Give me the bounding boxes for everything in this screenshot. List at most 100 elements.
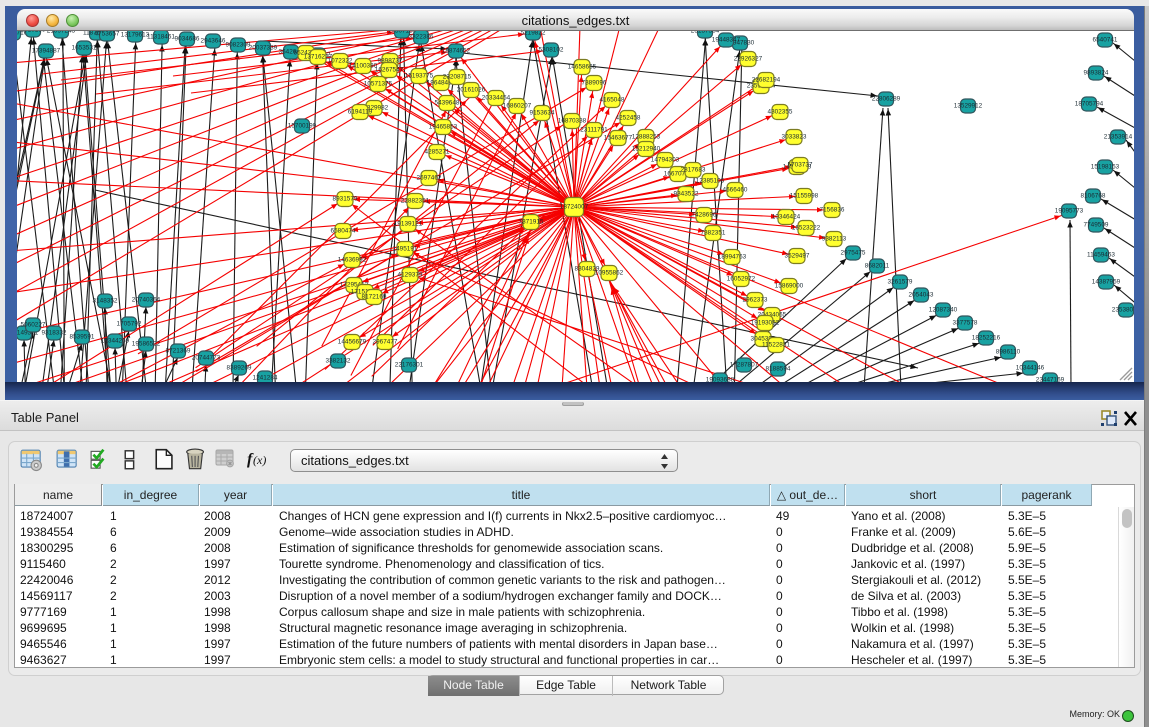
svg-text:8106768: 8106768 [1081, 193, 1106, 200]
svg-text:(x): (x) [253, 453, 266, 467]
svg-text:6540741: 6540741 [1093, 37, 1118, 44]
svg-text:19139121: 19139121 [394, 221, 423, 228]
svg-text:8389269: 8389269 [227, 365, 252, 372]
svg-text:23137564: 23137564 [691, 31, 720, 35]
svg-text:5703737: 5703737 [788, 162, 813, 169]
svg-text:9034686: 9034686 [175, 36, 200, 43]
svg-text:8986110: 8986110 [996, 349, 1021, 356]
svg-text:17394887: 17394887 [32, 48, 61, 55]
svg-text:1705792: 1705792 [117, 321, 142, 328]
svg-text:10346424: 10346424 [772, 214, 801, 221]
svg-text:7382351: 7382351 [701, 230, 726, 237]
svg-text:22882351: 22882351 [401, 198, 430, 205]
svg-text:4285271: 4285271 [425, 149, 450, 156]
svg-text:5308102: 5308102 [539, 47, 564, 54]
svg-text:5060227: 5060227 [21, 322, 46, 329]
svg-text:7428696: 7428696 [692, 212, 717, 219]
svg-text:9082309: 9082309 [226, 42, 251, 49]
svg-text:20161026: 20161026 [457, 87, 486, 94]
svg-text:3377578: 3377578 [953, 320, 978, 327]
svg-text:14456679: 14456679 [338, 339, 367, 346]
svg-text:18252216: 18252216 [972, 335, 1001, 342]
svg-text:19586522: 19586522 [132, 341, 161, 348]
svg-text:14100380: 14100380 [349, 63, 378, 70]
svg-text:4753657: 4753657 [95, 31, 120, 38]
svg-text:9893824: 9893824 [1084, 70, 1109, 77]
svg-text:15198153: 15198153 [1091, 164, 1120, 171]
svg-text:2943646: 2943646 [201, 38, 226, 45]
svg-text:20334454: 20334454 [482, 95, 511, 102]
svg-text:8304829: 8304829 [575, 266, 600, 273]
svg-text:8172169: 8172169 [362, 294, 387, 301]
svg-text:14387959: 14387959 [1092, 279, 1121, 286]
svg-text:11318461: 11318461 [147, 34, 175, 41]
svg-text:6194119: 6194119 [348, 109, 373, 116]
svg-text:14794303: 14794303 [651, 157, 680, 164]
svg-text:3033823: 3033823 [782, 134, 807, 141]
svg-text:2975475: 2975475 [841, 250, 866, 257]
svg-text:18705794: 18705794 [1075, 101, 1104, 108]
svg-text:3261579: 3261579 [888, 279, 913, 286]
svg-text:4165048: 4165048 [600, 97, 625, 104]
svg-text:18724007: 18724007 [560, 204, 589, 211]
svg-text:4252458: 4252458 [616, 115, 641, 122]
svg-text:17287807: 17287807 [730, 362, 759, 369]
svg-text:20744773: 20744773 [192, 355, 221, 362]
svg-text:19193052: 19193052 [751, 320, 780, 327]
svg-text:19448347: 19448347 [712, 37, 741, 44]
svg-text:22176301: 22176301 [395, 362, 424, 369]
svg-text:1495191: 1495191 [393, 246, 418, 253]
svg-text:22806289: 22806289 [872, 96, 901, 103]
svg-text:7749509: 7749509 [1084, 222, 1109, 229]
svg-text:3322386: 3322386 [409, 34, 434, 41]
svg-text:8682011: 8682011 [865, 263, 890, 270]
svg-text:4129379: 4129379 [398, 272, 423, 279]
svg-text:6580474: 6580474 [331, 228, 356, 235]
svg-text:22926327: 22926327 [734, 56, 763, 63]
svg-text:21097245: 21097245 [47, 31, 76, 35]
svg-text:15155998: 15155998 [790, 193, 819, 200]
svg-text:15869000: 15869000 [775, 283, 804, 290]
svg-text:19465853: 19465853 [429, 124, 458, 131]
svg-text:16860207: 16860207 [503, 103, 532, 110]
svg-text:15700199: 15700199 [288, 123, 317, 130]
svg-text:15212940: 15212940 [632, 146, 661, 153]
svg-text:5219822: 5219822 [521, 31, 546, 37]
svg-text:13179613: 13179613 [121, 32, 150, 39]
svg-text:20037339: 20037339 [249, 45, 278, 52]
svg-text:11459463: 11459463 [1087, 252, 1115, 259]
svg-text:20740364: 20740364 [132, 297, 161, 304]
svg-text:16052972: 16052972 [727, 276, 756, 283]
svg-text:12344269: 12344269 [101, 338, 130, 345]
svg-text:9343522: 9343522 [674, 191, 699, 198]
svg-text:9318332: 9318332 [42, 330, 67, 337]
svg-text:8539591: 8539591 [70, 334, 95, 341]
svg-text:1019189: 1019189 [21, 31, 46, 34]
svg-text:5439648: 5439648 [435, 100, 460, 107]
svg-text:12087340: 12087340 [929, 307, 958, 314]
svg-text:9382113: 9382113 [822, 236, 847, 243]
svg-text:1653531: 1653531 [72, 45, 97, 52]
svg-text:15463677: 15463677 [604, 135, 633, 142]
svg-text:15193775: 15193775 [405, 73, 434, 80]
svg-text:7371915: 7371915 [519, 219, 544, 226]
svg-text:9153634: 9153634 [530, 110, 555, 117]
svg-text:16870338: 16870338 [558, 118, 587, 125]
svg-text:16267547: 16267547 [375, 67, 404, 74]
svg-text:13529912: 13529912 [954, 103, 983, 110]
svg-text:4302355: 4302355 [768, 109, 793, 116]
svg-text:21353914: 21353914 [1104, 134, 1133, 141]
svg-text:3382132: 3382132 [326, 358, 351, 365]
svg-text:14636992: 14636992 [338, 257, 367, 264]
svg-text:8188594: 8188594 [766, 366, 791, 373]
svg-text:23111791: 23111791 [580, 127, 608, 134]
svg-text:2962373: 2962373 [743, 297, 768, 304]
svg-text:3529497: 3529497 [785, 253, 810, 260]
svg-text:11522831: 11522831 [762, 342, 790, 349]
svg-text:10571375: 10571375 [364, 81, 393, 88]
svg-text:12385106: 12385106 [696, 178, 725, 185]
svg-text:1241284: 1241284 [253, 375, 278, 382]
svg-text:19095773: 19095773 [1055, 208, 1084, 215]
svg-text:16523222: 16523222 [792, 225, 821, 232]
svg-text:18994763: 18994763 [718, 254, 747, 261]
